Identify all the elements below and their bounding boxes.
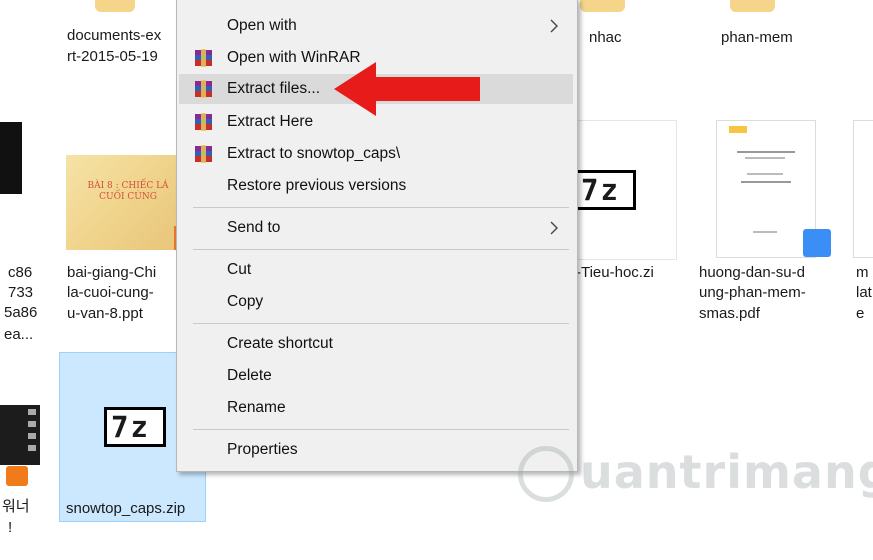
ppt-thumbnail[interactable]: BÀI 8 : CHIẾC LÁ CUỐI CÙNG [66,155,186,250]
file-name-line: lat [856,284,872,301]
pdf-text-lines [745,157,785,159]
file-name-line: ung-phan-mem- [699,284,806,301]
menu-item-send-to[interactable]: Send to [177,213,577,243]
menu-item-delete[interactable]: Delete [177,361,577,391]
menu-item-label: Properties [227,441,298,458]
folder-phan-mem[interactable]: phan-mem [721,28,793,47]
file-name-line: 워너 [2,498,30,515]
watermark: uantrimang [518,432,873,512]
menu-item-label: Rename [227,399,286,416]
red-arrow-annotation [334,62,480,116]
file-name-line: 733 [8,284,34,301]
menu-separator [193,429,569,430]
chevron-right-icon [550,19,558,33]
pdf-thumbnail[interactable] [716,120,831,258]
menu-item-label: Restore previous versions [227,177,407,194]
file-name-line: smas.pdf [699,305,760,322]
menu-separator [193,207,569,208]
menu-item-extract-to[interactable]: Extract to snowtop_caps\ [177,139,577,169]
menu-item-rename[interactable]: Rename [177,393,577,423]
file-name-line: documents-ex [67,27,162,44]
winrar-icon [195,145,212,163]
folder-nhac[interactable]: nhac [589,28,622,47]
7z-icon-text: 7z [581,173,620,207]
winrar-icon [195,80,212,98]
pdf-text-lines [753,231,777,233]
file-name-line: huong-dan-su-d [699,264,805,281]
file-name-line: e [856,305,865,322]
menu-separator [193,323,569,324]
file-name-line: la-cuoi-cung- [67,284,154,301]
menu-item-label: Cut [227,261,252,278]
file-name-line: m [856,264,869,281]
menu-item-copy[interactable]: Copy [177,287,577,317]
file-tieu-hoc[interactable]: -Tieu-hoc.zi [576,263,654,282]
file-name-line: u-van-8.ppt [67,305,143,322]
wps-pdf-icon [803,229,831,257]
menu-item-label: Extract files... [227,80,321,97]
file-name-line: ! [8,519,13,536]
menu-item-create-shortcut[interactable]: Create shortcut [177,329,577,359]
lightbulb-logo-icon [518,446,574,502]
menu-item-cut[interactable]: Cut [177,255,577,285]
menu-item-label: Copy [227,293,264,310]
file-name-line: rt-2015-05-19 [67,48,158,65]
film-strip-icon[interactable] [0,405,40,465]
file-thumbnail-partial[interactable] [853,120,873,258]
7z-icon: 7z [574,170,636,210]
file-name-line: bai-giang-Chi [67,264,157,281]
winrar-icon [195,49,212,67]
video-thumbnail[interactable] [0,122,22,194]
pdf-logo [729,126,747,133]
menu-item-label: Open with [227,17,297,34]
folder-icon [730,0,775,12]
chevron-right-icon [550,221,558,235]
media-player-icon [6,466,28,486]
menu-item-label: Send to [227,219,281,236]
menu-item-properties[interactable]: Properties [177,435,577,465]
menu-item-restore-previous-versions[interactable]: Restore previous versions [177,171,577,201]
pdf-text-lines [741,181,791,183]
file-name-line: 5a86 [4,304,38,321]
folder-icon [95,0,135,12]
menu-item-label: Extract Here [227,113,314,130]
menu-item-label: Extract to snowtop_caps\ [227,145,401,162]
menu-item-label: Delete [227,367,272,384]
winrar-icon [195,113,212,131]
file-name-line: ea... [4,326,34,343]
7z-icon-text: 7z [111,410,150,444]
7z-icon: 7z [104,407,166,447]
menu-item-label: Create shortcut [227,335,333,352]
menu-separator [193,249,569,250]
pdf-text-lines [747,173,783,175]
folder-icon [580,0,625,12]
zip-file-tile[interactable]: 7z [574,120,677,260]
menu-item-open-with[interactable]: Open with [177,11,577,41]
file-name-line: c86 [8,264,33,281]
selected-file-name: snowtop_caps.zip [66,500,186,517]
pdf-text-lines [737,151,795,153]
ppt-slide-title: BÀI 8 : CHIẾC LÁ CUỐI CÙNG [87,181,169,202]
watermark-text: uantrimang [580,445,873,499]
